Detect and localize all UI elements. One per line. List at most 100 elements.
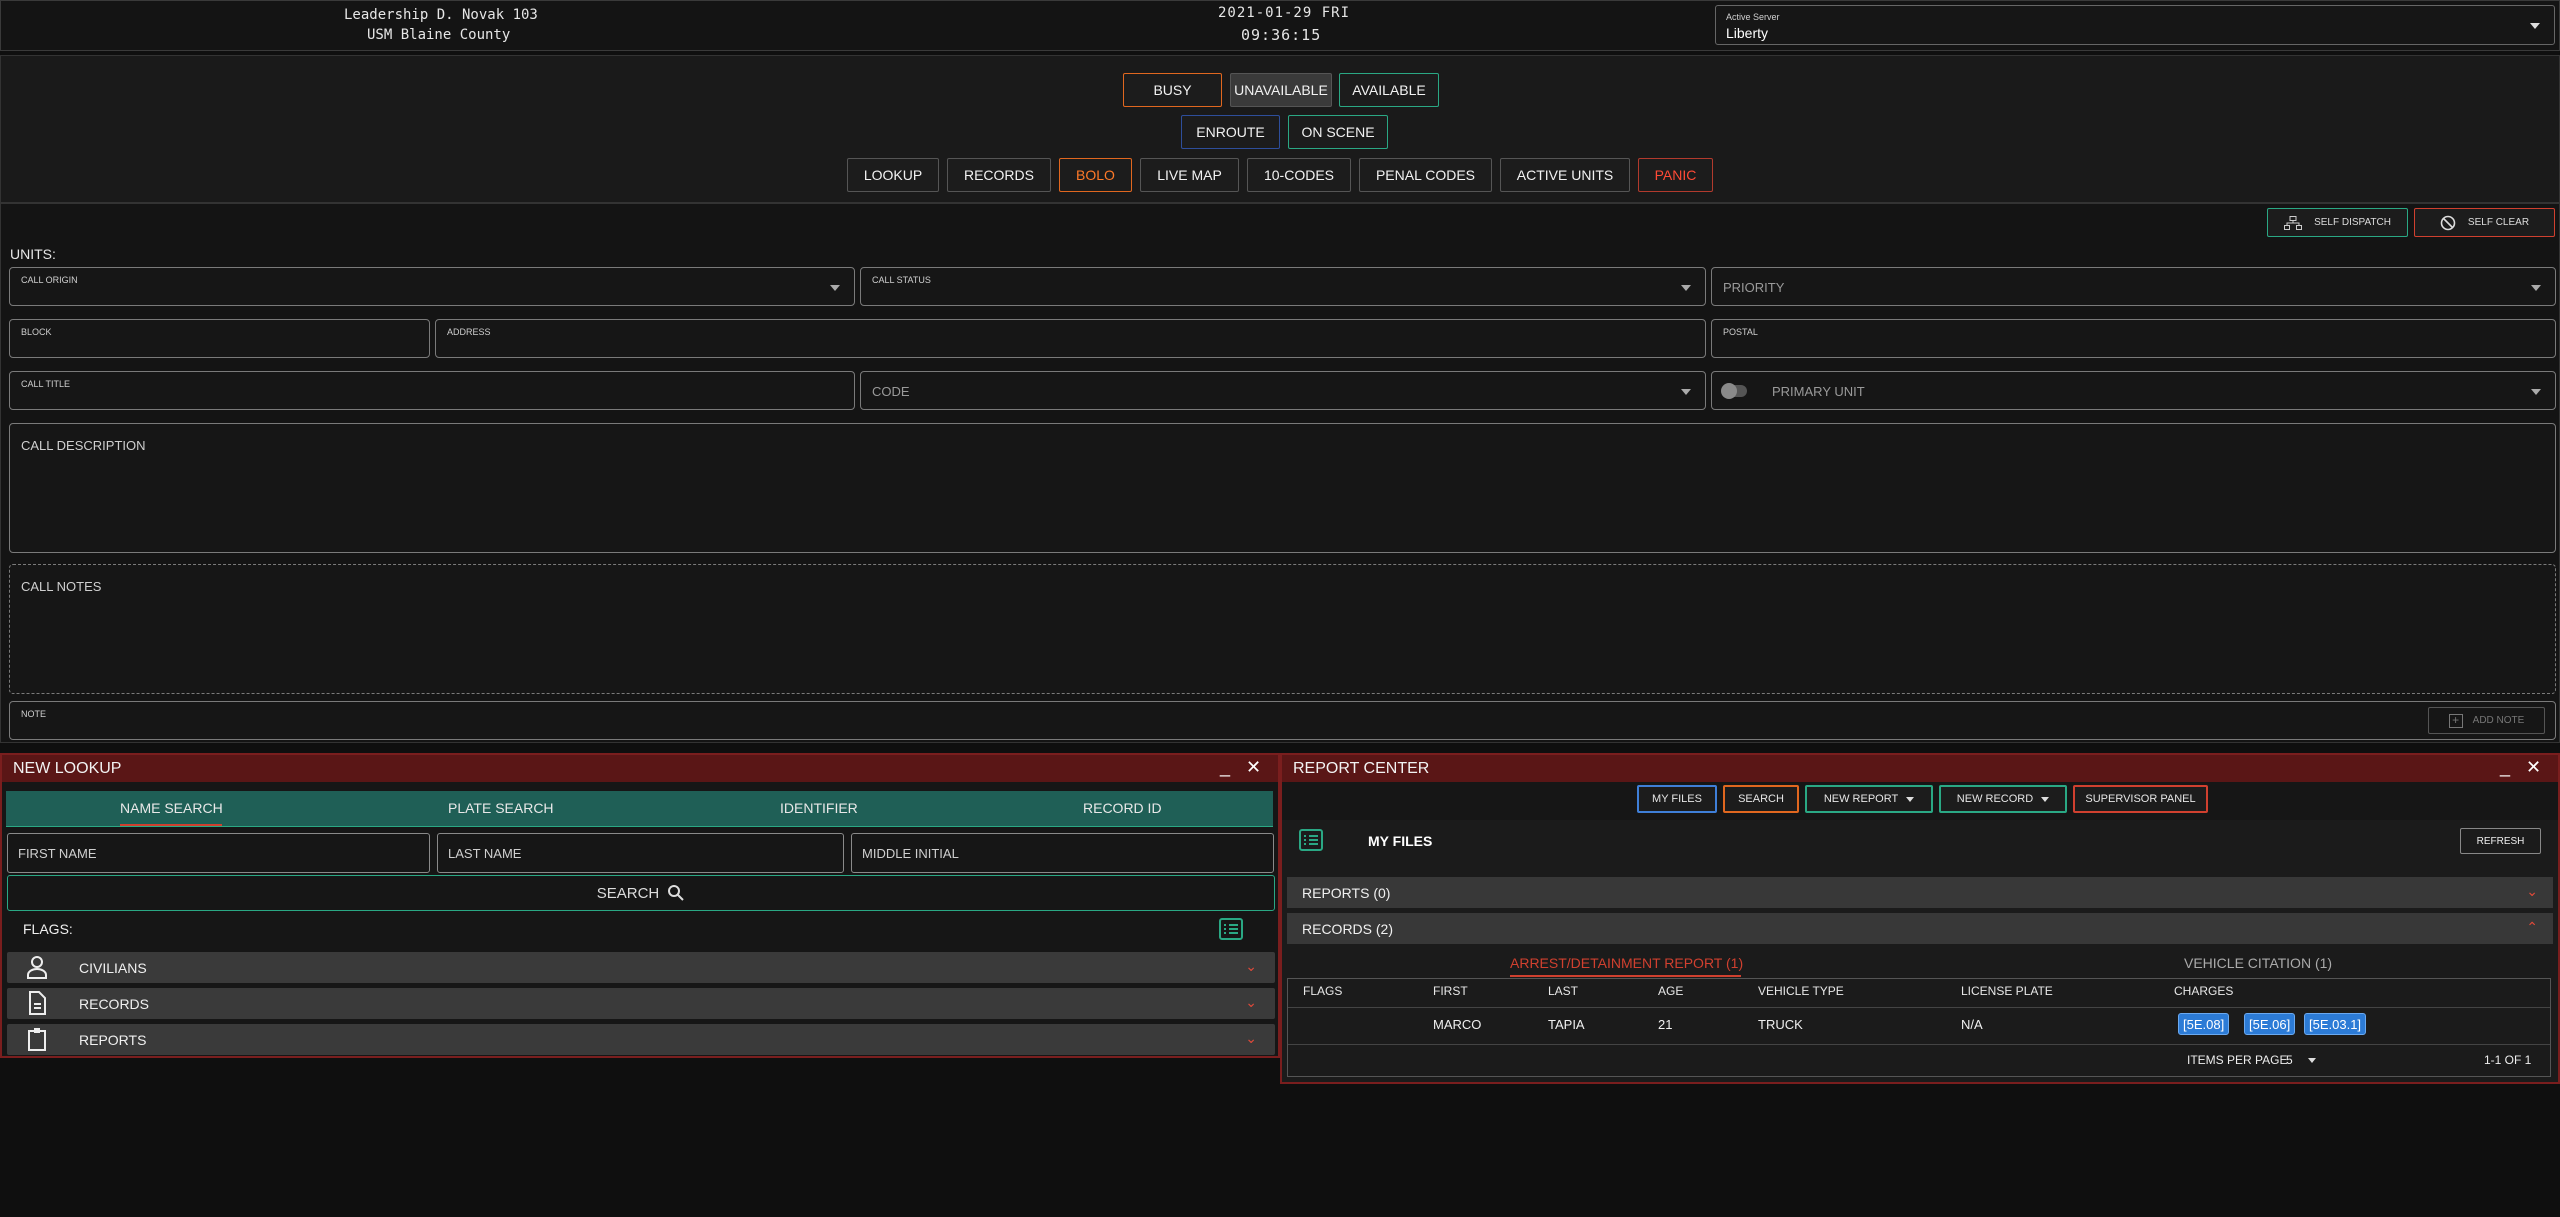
table-divider [1288,1044,2550,1045]
toggle-knob-icon [1721,383,1737,399]
col-license-plate: LICENSE PLATE [1961,984,2053,998]
call-origin-select[interactable]: CALL ORIGIN [9,267,855,306]
tab-record-id[interactable]: RECORD ID [1083,800,1162,816]
records-section[interactable]: RECORDS ⌄ [7,988,1275,1019]
officer-name: Leadership D. Novak 103 [344,7,538,23]
network-icon [2284,215,2303,230]
refresh-button[interactable]: REFRESH [2460,828,2541,854]
list-icon[interactable] [1219,918,1243,940]
busy-button[interactable]: BUSY [1123,73,1222,107]
col-first: FIRST [1433,984,1468,998]
report-panel-title: REPORT CENTER [1293,760,1430,777]
last-name-input[interactable]: LAST NAME [437,833,844,873]
col-age: AGE [1658,984,1684,998]
records-nav-button[interactable]: RECORDS [947,158,1051,192]
close-icon[interactable]: ✕ [1246,757,1261,778]
minimize-icon[interactable]: _ [2500,757,2510,778]
reports-section[interactable]: REPORTS ⌄ [7,1024,1275,1055]
items-per-page-value: 5 [2286,1053,2293,1067]
new-record-label: NEW RECORD [1956,793,2034,805]
priority-select[interactable]: PRIORITY [1711,267,2556,306]
dispatch-form: SELF DISPATCH SELF CLEAR UNITS: CALL ORI… [0,203,2560,743]
charge-chip[interactable]: [5E.08] [2178,1013,2230,1035]
call-origin-label: CALL ORIGIN [21,275,78,285]
primary-unit-toggle[interactable] [1721,383,1747,399]
reports-accordion[interactable]: REPORTS (0) ⌄ [1287,877,2553,908]
records-accordion[interactable]: RECORDS (2) ⌃ [1287,913,2553,944]
block-input[interactable]: BLOCK [9,319,430,358]
minimize-icon[interactable]: _ [1220,757,1230,778]
self-clear-button[interactable]: SELF CLEAR [2414,208,2555,237]
search-icon [668,885,684,901]
penal-codes-nav-button[interactable]: PENAL CODES [1359,158,1492,192]
active-server-value: Liberty [1726,25,1769,41]
chevron-down-icon [2531,389,2541,395]
add-note-label: ADD NOTE [2472,715,2525,726]
active-server-select[interactable]: Active Server Liberty [1715,5,2555,45]
tab-identifier[interactable]: IDENTIFIER [780,800,858,816]
postal-input[interactable]: POSTAL [1711,319,2556,358]
add-box-icon: + [2448,713,2463,728]
unavailable-button[interactable]: UNAVAILABLE [1230,73,1332,107]
tab-arrest-detainment[interactable]: ARREST/DETAINMENT REPORT (1) [1510,955,1743,971]
lookup-nav-button[interactable]: LOOKUP [847,158,939,192]
new-report-button[interactable]: NEW REPORT [1805,785,1933,813]
note-input[interactable]: NOTE + ADD NOTE [9,701,2556,740]
live-map-nav-button[interactable]: LIVE MAP [1140,158,1239,192]
civilians-section[interactable]: CIVILIANS ⌄ [7,952,1275,983]
bolo-nav-button[interactable]: BOLO [1059,158,1132,192]
search-button[interactable]: SEARCH [7,875,1275,911]
status-toolbar: BUSY UNAVAILABLE AVAILABLE ENROUTE ON SC… [0,55,2560,203]
current-time: 09:36:15 [1241,26,1322,44]
call-description-textarea[interactable]: CALL DESCRIPTION [9,423,2556,553]
report-center-panel: REPORT CENTER _ ✕ MY FILES SEARCH NEW RE… [1280,753,2560,1084]
available-button[interactable]: AVAILABLE [1339,73,1439,107]
tab-vehicle-citation[interactable]: VEHICLE CITATION (1) [2184,955,2332,971]
call-description-label: CALL DESCRIPTION [21,438,146,453]
active-units-nav-button[interactable]: ACTIVE UNITS [1500,158,1630,192]
ten-codes-nav-button[interactable]: 10-CODES [1247,158,1351,192]
call-title-input[interactable]: CALL TITLE [9,371,855,410]
col-flags: FLAGS [1303,984,1343,998]
new-report-label: NEW REPORT [1823,793,1899,805]
on-scene-button[interactable]: ON SCENE [1288,115,1388,149]
code-select[interactable]: CODE [860,371,1706,410]
my-files-button[interactable]: MY FILES [1637,785,1717,813]
chevron-up-icon: ⌃ [2526,919,2538,935]
enroute-button[interactable]: ENROUTE [1181,115,1280,149]
charge-chip[interactable]: [5E.03.1] [2304,1013,2367,1035]
col-last: LAST [1548,984,1579,998]
chevron-down-icon: ⌄ [1245,1030,1257,1046]
tab-name-search[interactable]: NAME SEARCH [120,800,223,816]
flags-label: FLAGS: [23,921,73,937]
middle-initial-input[interactable]: MIDDLE INITIAL [851,833,1274,873]
officer-department: USM Blaine County [367,27,511,43]
last-name-placeholder: LAST NAME [448,846,522,861]
close-icon[interactable]: ✕ [2526,757,2541,778]
first-name-input[interactable]: FIRST NAME [7,833,430,873]
add-note-button[interactable]: + ADD NOTE [2428,707,2545,734]
primary-unit-select[interactable]: PRIMARY UNIT [1711,371,2556,410]
call-notes-label: CALL NOTES [21,579,102,594]
tab-plate-search[interactable]: PLATE SEARCH [448,800,554,816]
search-reports-button[interactable]: SEARCH [1723,785,1799,813]
top-bar: Leadership D. Novak 103 USM Blaine Count… [0,0,2560,51]
col-charges: CHARGES [2174,984,2234,998]
call-status-select[interactable]: CALL STATUS [860,267,1706,306]
current-date: 2021-01-29 FRI [1218,5,1351,21]
self-dispatch-button[interactable]: SELF DISPATCH [2267,208,2408,237]
charge-chip[interactable]: [5E.06] [2244,1013,2296,1035]
address-input[interactable]: ADDRESS [435,319,1706,358]
search-label: SEARCH [596,884,660,902]
caret-down-icon [1906,796,1915,802]
items-per-page-select[interactable]: 5 [2282,1051,2322,1069]
supervisor-panel-button[interactable]: SUPERVISOR PANEL [2073,785,2208,813]
list-icon [1299,829,1323,851]
call-notes-textarea[interactable]: CALL NOTES [9,564,2556,694]
my-files-heading: MY FILES [1368,833,1433,849]
chevron-down-icon: ⌄ [1245,958,1257,974]
priority-placeholder: PRIORITY [1723,280,1785,295]
panic-button[interactable]: PANIC [1638,158,1713,192]
cell-license-plate: N/A [1961,1017,1983,1032]
new-record-button[interactable]: NEW RECORD [1939,785,2067,813]
